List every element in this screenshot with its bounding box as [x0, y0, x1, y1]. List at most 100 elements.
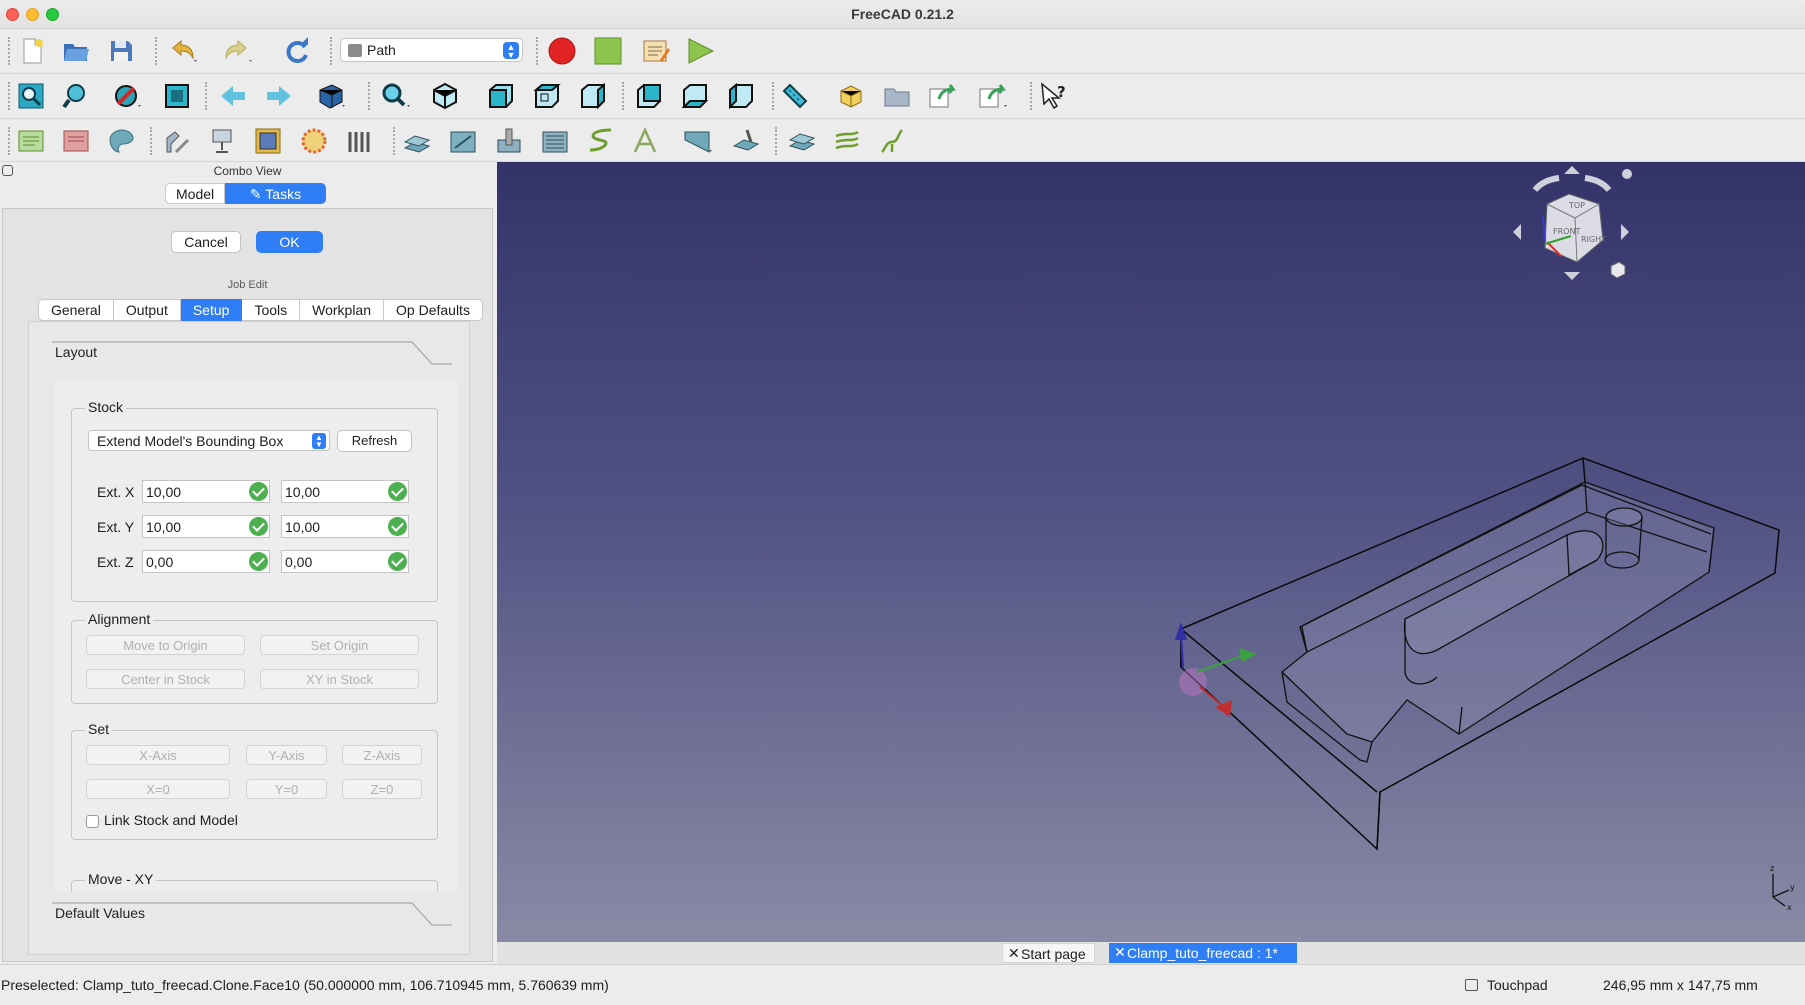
toolbar-grip[interactable]: [150, 127, 153, 155]
macros-icon[interactable]: [638, 34, 672, 68]
forward-icon[interactable]: [262, 79, 296, 113]
layout-scroll-area[interactable]: Stock Extend Model's Bounding Box ▲ ▼ Ref…: [54, 380, 458, 892]
toolbar-grip[interactable]: [775, 127, 778, 155]
drilling-icon[interactable]: [492, 124, 526, 158]
ext-x-pos-input[interactable]: 10,00: [281, 480, 409, 503]
toolbar-grip[interactable]: [536, 37, 539, 65]
toolbit-icon[interactable]: [160, 124, 194, 158]
group-icon[interactable]: [880, 79, 914, 113]
execute-macro-icon[interactable]: [683, 34, 717, 68]
tab-workplan[interactable]: Workplan: [300, 299, 385, 321]
toolbar-grip[interactable]: [772, 82, 775, 110]
nav-face-right[interactable]: RIGHT: [1581, 235, 1606, 244]
isometric-view-icon[interactable]: [428, 79, 462, 113]
y-zero-button[interactable]: Y=0: [246, 779, 327, 799]
std-views-icon[interactable]: [313, 79, 347, 113]
toolbar-grip[interactable]: [205, 82, 208, 110]
whats-this-icon[interactable]: ?: [1037, 79, 1071, 113]
stock-mode-select[interactable]: Extend Model's Bounding Box ▲ ▼: [88, 430, 330, 451]
array-icon[interactable]: [876, 124, 910, 158]
workbench-selector[interactable]: Path ▲ ▼: [340, 38, 523, 62]
back-icon[interactable]: [216, 79, 250, 113]
move-to-origin-button[interactable]: Move to Origin: [86, 635, 245, 655]
measure-distance-icon[interactable]: [778, 79, 812, 113]
toolbar-grip[interactable]: [8, 127, 11, 155]
toolbar-grip[interactable]: [1030, 82, 1033, 110]
toolbar-grip[interactable]: [368, 82, 371, 110]
adaptive-icon[interactable]: [680, 124, 714, 158]
ext-y-neg-input[interactable]: 10,00: [142, 515, 270, 538]
x-axis-button[interactable]: X-Axis: [86, 745, 230, 765]
nav-face-top[interactable]: TOP: [1568, 201, 1585, 210]
part-icon[interactable]: [834, 79, 868, 113]
job-icon[interactable]: [14, 124, 48, 158]
tab-model[interactable]: Model: [165, 183, 225, 204]
toolbar-grip[interactable]: [330, 37, 333, 65]
post-process-icon[interactable]: [59, 124, 93, 158]
deburr-icon[interactable]: [729, 124, 763, 158]
nav-face-front[interactable]: FRONT: [1553, 227, 1580, 236]
refresh-icon[interactable]: [280, 34, 314, 68]
fit-selection-icon[interactable]: [59, 79, 93, 113]
toolbar-grip[interactable]: [155, 37, 158, 65]
tab-general[interactable]: General: [38, 299, 114, 321]
tab-setup[interactable]: Setup: [180, 299, 243, 321]
rear-view-icon[interactable]: [632, 79, 666, 113]
front-view-icon[interactable]: [484, 79, 518, 113]
ext-y-pos-input[interactable]: 10,00: [281, 515, 409, 538]
inspect-icon[interactable]: [830, 124, 864, 158]
stop-macro-icon[interactable]: [591, 34, 625, 68]
export-icon[interactable]: [104, 124, 138, 158]
navigation-cube[interactable]: TOP FRONT RIGHT: [1507, 162, 1637, 292]
link-icon[interactable]: [925, 79, 959, 113]
engrave-icon[interactable]: [629, 124, 663, 158]
redo-icon[interactable]: [220, 34, 254, 68]
draw-style-icon[interactable]: [110, 79, 144, 113]
fit-all-icon[interactable]: [14, 79, 48, 113]
refresh-button[interactable]: Refresh: [337, 430, 412, 452]
face-icon[interactable]: [538, 124, 572, 158]
tool-controller-icon[interactable]: [205, 124, 239, 158]
3d-viewport[interactable]: TOP FRONT RIGHT z y x: [497, 162, 1805, 942]
toolbar-grip[interactable]: [8, 82, 11, 110]
helix-icon[interactable]: [583, 124, 617, 158]
bounding-box-icon[interactable]: [160, 79, 194, 113]
fixture-icon[interactable]: [251, 124, 285, 158]
comment-icon[interactable]: [297, 124, 331, 158]
ext-z-pos-input[interactable]: 0,00: [281, 550, 409, 573]
tab-tasks[interactable]: ✎ Tasks: [225, 183, 326, 204]
doc-tab-start-page[interactable]: ✕ Start page: [1002, 943, 1095, 963]
close-icon[interactable]: ✕: [1114, 944, 1126, 961]
profile-icon[interactable]: [400, 124, 434, 158]
tab-tools[interactable]: Tools: [242, 299, 301, 321]
close-icon[interactable]: ✕: [1008, 945, 1020, 962]
tab-op-defaults[interactable]: Op Defaults: [384, 299, 483, 321]
toolbar-grip[interactable]: [8, 37, 11, 65]
stop-icon[interactable]: [343, 124, 377, 158]
left-view-icon[interactable]: [724, 79, 758, 113]
doc-tab-clamp[interactable]: ✕ Clamp_tuto_freecad : 1*: [1109, 943, 1297, 963]
bottom-view-icon[interactable]: [678, 79, 712, 113]
xy-in-stock-button[interactable]: XY in Stock: [260, 669, 419, 689]
open-icon[interactable]: [59, 34, 93, 68]
z-axis-button[interactable]: Z-Axis: [342, 745, 422, 765]
toolbar-grip[interactable]: [622, 82, 625, 110]
ext-z-neg-input[interactable]: 0,00: [142, 550, 270, 573]
toolbar-grip[interactable]: [393, 127, 396, 155]
z-zero-button[interactable]: Z=0: [342, 779, 422, 799]
x-zero-button[interactable]: X=0: [86, 779, 230, 799]
link-stock-model-checkbox[interactable]: [86, 815, 99, 828]
center-in-stock-button[interactable]: Center in Stock: [86, 669, 245, 689]
undo-icon[interactable]: [165, 34, 199, 68]
layout-section-header[interactable]: Layout: [52, 341, 452, 365]
default-values-section-header[interactable]: Default Values: [52, 902, 452, 926]
link-actions-icon[interactable]: [975, 79, 1009, 113]
cancel-button[interactable]: Cancel: [171, 231, 241, 253]
top-view-icon[interactable]: [530, 79, 564, 113]
ext-x-neg-input[interactable]: 10,00: [142, 480, 270, 503]
y-axis-button[interactable]: Y-Axis: [246, 745, 327, 765]
navigation-style-selector[interactable]: Touchpad: [1465, 977, 1548, 993]
pocket-icon[interactable]: [446, 124, 480, 158]
new-document-icon[interactable]: [15, 34, 49, 68]
right-view-icon[interactable]: [576, 79, 610, 113]
